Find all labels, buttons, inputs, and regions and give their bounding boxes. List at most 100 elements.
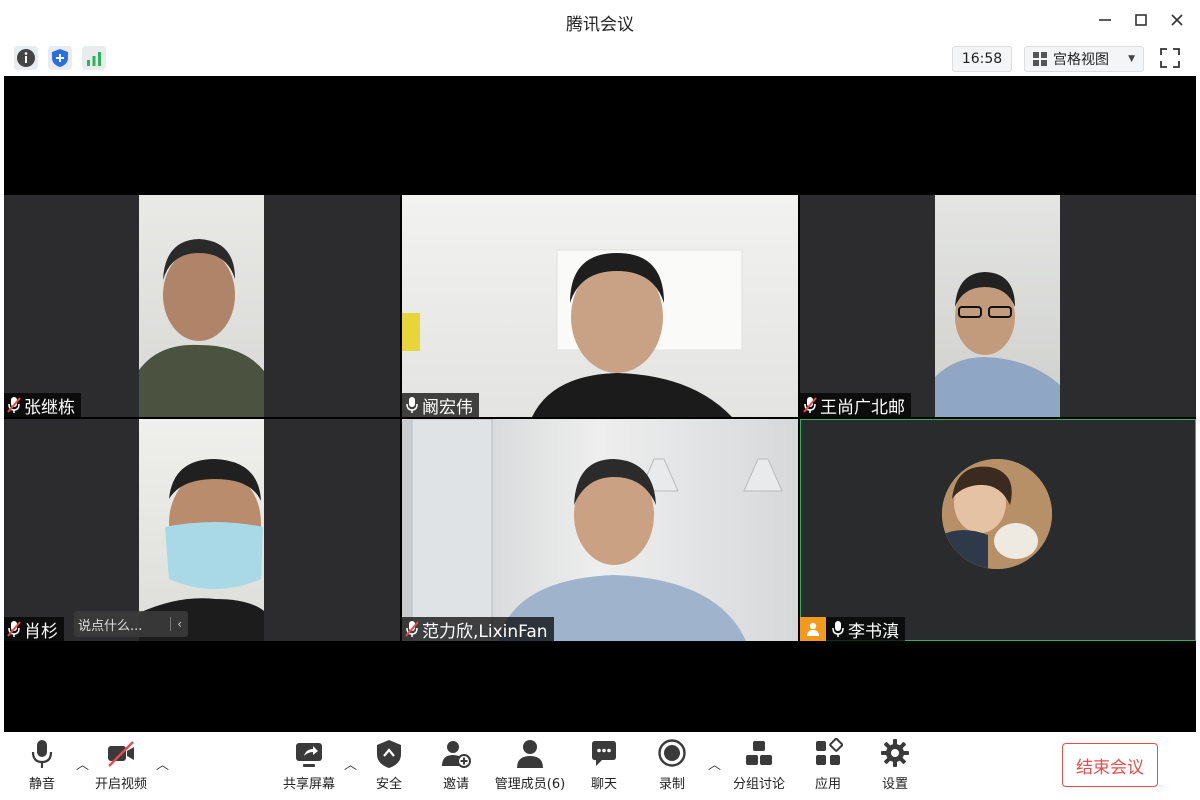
view-mode-label: 宫格视图 [1053, 52, 1109, 68]
signal-bars-icon [87, 52, 101, 66]
record-options-chevron-icon[interactable]: ︿ [708, 754, 721, 773]
person-silhouette [935, 272, 1060, 417]
breakout-label: 分组讨论 [732, 777, 785, 792]
person-silhouette [411, 419, 783, 641]
breakout-icon [746, 741, 772, 765]
members-label: 管理成员(6) [494, 777, 566, 792]
chat-bubble-icon [592, 741, 616, 766]
close-button[interactable] [1162, 8, 1192, 32]
chat-placeholder: 说点什么... [78, 618, 143, 634]
window-title: 腾讯会议 [566, 15, 634, 35]
close-icon [1171, 14, 1183, 26]
microphone-icon [31, 740, 53, 768]
breakout-rooms-button[interactable]: 分组讨论 [729, 738, 789, 796]
apps-label: 应用 [814, 777, 841, 792]
maximize-icon [1135, 14, 1147, 26]
minimize-icon [1099, 19, 1111, 21]
mic-icon [832, 621, 844, 637]
participant-tile[interactable]: 肖杉 说点什么... ‹ [4, 419, 400, 641]
apps-grid-icon [816, 738, 843, 765]
meeting-toolbar: 16:58 宫格视图 ▼ [0, 40, 1200, 76]
participant-nameplate: 肖杉 [4, 617, 64, 641]
start-video-button[interactable]: 开启视频 [91, 738, 151, 796]
info-icon [17, 49, 35, 67]
mute-label: 静音 [28, 777, 55, 792]
video-grid: 张继栋 阚宏伟 王尚广北邮 肖杉 说点什么... ‹ 范力欣,LixinFan … [4, 76, 1196, 732]
meeting-clock: 16:58 [952, 46, 1012, 72]
mute-button[interactable]: 静音 [12, 738, 72, 796]
chat-button[interactable]: 聊天 [574, 738, 634, 796]
security-button[interactable]: 安全 [359, 738, 419, 796]
record-button[interactable]: 录制 [642, 738, 702, 796]
participant-nameplate: 张继栋 [4, 393, 81, 417]
video-label: 开启视频 [94, 777, 147, 792]
share-options-chevron-icon[interactable]: ︿ [344, 754, 357, 773]
participant-tile[interactable]: 范力欣,LixinFan [402, 419, 798, 641]
chat-label: 聊天 [590, 777, 617, 792]
end-meeting-button[interactable]: 结束会议 [1062, 743, 1158, 787]
shield-icon [52, 49, 68, 67]
participant-name: 阚宏伟 [422, 397, 473, 418]
view-mode-dropdown[interactable]: 宫格视图 ▼ [1024, 46, 1144, 72]
user-badge-icon [800, 617, 826, 641]
participant-nameplate: 阚宏伟 [402, 393, 479, 417]
share-label: 共享屏幕 [282, 777, 335, 792]
mic-muted-icon [803, 397, 817, 413]
fullscreen-icon [1160, 48, 1180, 68]
apps-button[interactable]: 应用 [798, 738, 858, 796]
participant-tile[interactable]: 阚宏伟 [402, 195, 798, 417]
invite-user-icon [442, 741, 471, 768]
participant-nameplate: 李书滇 [800, 617, 905, 641]
participant-video [402, 195, 798, 417]
mic-muted-icon [7, 621, 21, 637]
participant-tile[interactable]: 王尚广北邮 [800, 195, 1196, 417]
meeting-controls: 静音 ︿ 开启视频 ︿ 共享屏幕 ︿ 安全 邀请 管理成员(6) 聊天 录制 ︿… [0, 732, 1200, 800]
participant-name: 李书滇 [848, 621, 899, 642]
audio-options-chevron-icon[interactable]: ︿ [76, 754, 89, 773]
grid-view-icon [1033, 52, 1047, 66]
members-icon [517, 740, 543, 768]
participant-nameplate: 范力欣,LixinFan [402, 617, 554, 641]
settings-label: 设置 [881, 777, 908, 792]
video-off-icon [108, 741, 134, 767]
security-shield-icon [377, 740, 401, 768]
participant-video [935, 195, 1060, 417]
record-label: 录制 [658, 777, 685, 792]
participant-name: 张继栋 [24, 397, 75, 418]
mic-muted-icon [405, 621, 419, 637]
person-silhouette [139, 459, 264, 641]
share-screen-button[interactable]: 共享屏幕 [279, 738, 339, 796]
person-silhouette [402, 249, 743, 417]
mic-icon [406, 397, 418, 413]
participant-tile-active-speaker[interactable]: 李书滇 [800, 419, 1196, 641]
participant-name: 肖杉 [24, 621, 58, 642]
mic-muted-icon [7, 397, 21, 413]
meeting-info-button[interactable] [14, 46, 38, 70]
network-status-button[interactable] [82, 46, 106, 70]
invite-button[interactable]: 邀请 [426, 738, 486, 796]
invite-label: 邀请 [442, 777, 469, 792]
participant-name: 王尚广北邮 [820, 397, 905, 418]
share-screen-icon [296, 743, 322, 767]
encryption-button[interactable] [48, 46, 72, 70]
chevron-left-icon[interactable]: ‹ [170, 617, 188, 631]
minimize-button[interactable] [1090, 8, 1120, 32]
maximize-button[interactable] [1126, 8, 1156, 32]
manage-members-button[interactable]: 管理成员(6) [495, 738, 565, 796]
record-icon [658, 739, 686, 767]
person-silhouette [139, 239, 264, 417]
title-bar: 腾讯会议 [0, 0, 1200, 40]
gear-icon [881, 739, 909, 767]
video-options-chevron-icon[interactable]: ︿ [156, 754, 169, 773]
participant-name: 范力欣,LixinFan [422, 621, 548, 642]
dropdown-caret-icon: ▼ [1128, 54, 1135, 64]
avatar-image [942, 459, 1052, 569]
participant-video [402, 419, 798, 641]
participant-nameplate: 王尚广北邮 [800, 393, 911, 417]
participant-tile[interactable]: 张继栋 [4, 195, 400, 417]
settings-button[interactable]: 设置 [865, 738, 925, 796]
security-label: 安全 [375, 777, 402, 792]
chat-quick-input[interactable]: 说点什么... ‹ [74, 611, 188, 637]
participant-avatar [942, 459, 1052, 569]
fullscreen-button[interactable] [1158, 46, 1182, 70]
